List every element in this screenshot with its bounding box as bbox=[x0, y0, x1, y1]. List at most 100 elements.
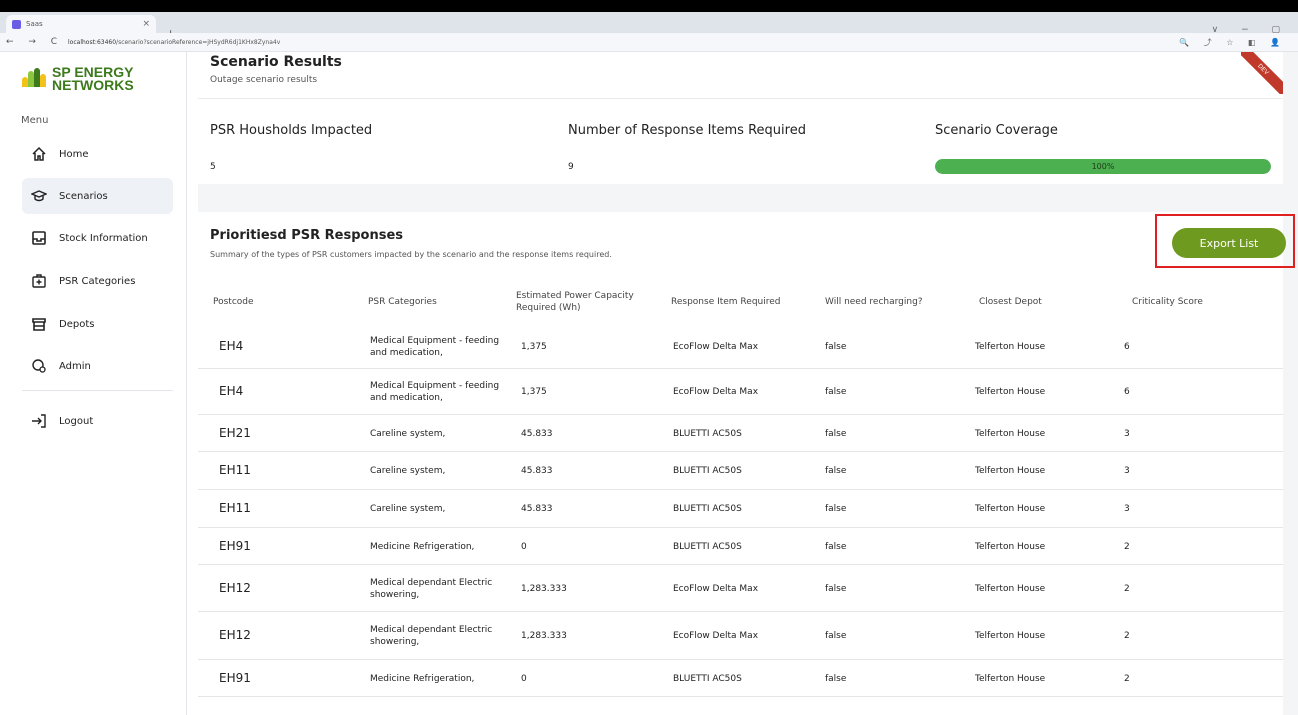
cell-psr-category: Medical Equipment - feeding and medicati… bbox=[370, 381, 500, 403]
sidebar-item-home[interactable]: Home bbox=[22, 136, 173, 172]
sidebar-item-label: Stock Information bbox=[59, 232, 148, 244]
coverage-progress-bar: 100% bbox=[935, 159, 1271, 174]
cell-response-item: BLUETTI AC50S bbox=[673, 542, 742, 552]
column-header-postcode: Postcode bbox=[213, 297, 254, 307]
environment-ribbon: DEV bbox=[1241, 52, 1283, 94]
stat-households-value: 5 bbox=[210, 162, 216, 172]
cell-response-item: BLUETTI AC50S bbox=[673, 674, 742, 684]
coverage-progress-fill: 100% bbox=[935, 159, 1271, 174]
cell-postcode: EH4 bbox=[219, 384, 244, 398]
cell-depot: Telferton House bbox=[975, 542, 1046, 552]
browser-nav-buttons[interactable]: ← → C bbox=[6, 37, 66, 47]
medical-bag-icon bbox=[32, 274, 46, 288]
logout-button[interactable]: Logout bbox=[22, 403, 173, 439]
table-row[interactable]: EH11 Careline system, 45.833 BLUETTI AC50S f… bbox=[198, 452, 1283, 490]
cell-psr-category: Careline system, bbox=[370, 429, 446, 439]
table-row[interactable]: EH11 Careline system, 45.833 BLUETTI AC50S f… bbox=[198, 490, 1283, 528]
cell-capacity: 1,283.333 bbox=[521, 631, 567, 641]
cell-recharging: false bbox=[825, 342, 847, 352]
sidebar-item-label: Admin bbox=[59, 360, 91, 372]
cell-postcode: EH11 bbox=[219, 463, 251, 477]
cell-psr-category: Medical Equipment - feeding and medicati… bbox=[370, 336, 500, 358]
cell-criticality-score: 3 bbox=[1124, 504, 1130, 514]
home-icon bbox=[32, 146, 46, 161]
screen-top-bar bbox=[0, 0, 1298, 12]
cell-response-item: EcoFlow Delta Max bbox=[673, 387, 759, 397]
column-header-capacity: Estimated Power Capacity Required (Wh) bbox=[516, 291, 634, 313]
cell-psr-category: Careline system, bbox=[370, 466, 446, 476]
leaf-logo-icon bbox=[22, 68, 48, 89]
cell-recharging: false bbox=[825, 674, 847, 684]
cell-depot: Telferton House bbox=[975, 387, 1046, 397]
cell-response-item: EcoFlow Delta Max bbox=[673, 342, 759, 352]
column-header-depot: Closest Depot bbox=[979, 297, 1042, 307]
cell-response-item: BLUETTI AC50S bbox=[673, 429, 742, 439]
logo[interactable]: SP ENERGY NETWORKS bbox=[22, 65, 134, 93]
export-list-button[interactable]: Export List bbox=[1172, 228, 1286, 258]
cell-psr-category: Medical dependant Electric showering, bbox=[370, 578, 493, 600]
responses-title: Prioritiesd PSR Responses bbox=[210, 228, 404, 243]
sidebar-item-depots[interactable]: Depots bbox=[22, 306, 173, 342]
cell-capacity: 1,283.333 bbox=[521, 584, 567, 594]
cell-postcode: EH4 bbox=[219, 339, 244, 353]
cell-depot: Telferton House bbox=[975, 504, 1046, 514]
browser-action-icons[interactable]: 🔍 ⤴ ☆ ◧ 👤 bbox=[1179, 37, 1286, 48]
browser-tab[interactable]: Saas × bbox=[6, 15, 156, 33]
cell-response-item: EcoFlow Delta Max bbox=[673, 584, 759, 594]
cell-recharging: false bbox=[825, 466, 847, 476]
column-header-response-item: Response Item Required bbox=[671, 297, 781, 307]
table-row[interactable]: EH4 Medical Equipment - feeding and medic… bbox=[198, 325, 1283, 369]
cell-recharging: false bbox=[825, 504, 847, 514]
table-row[interactable]: EH91 Medicine Refrigeration, 0 BLUETTI AC50… bbox=[198, 528, 1283, 565]
cell-psr-category: Careline system, bbox=[370, 504, 446, 514]
cell-criticality-score: 6 bbox=[1124, 342, 1130, 352]
sidebar: SP ENERGY NETWORKS Menu Home Scenarios S… bbox=[0, 52, 187, 715]
cell-depot: Telferton House bbox=[975, 466, 1046, 476]
table-row[interactable]: EH91 Medicine Refrigeration, 0 BLUETTI AC50… bbox=[198, 660, 1283, 697]
cell-recharging: false bbox=[825, 542, 847, 552]
sidebar-item-admin[interactable]: Admin bbox=[22, 348, 173, 384]
stat-items-value: 9 bbox=[568, 162, 574, 172]
cell-psr-category: Medical dependant Electric showering, bbox=[370, 625, 493, 647]
table-row[interactable]: EH4 Medical Equipment - feeding and medic… bbox=[198, 369, 1283, 415]
results-title: Scenario Results bbox=[210, 54, 342, 70]
table-row[interactable]: EH12 Medical dependant Electric showering… bbox=[198, 565, 1283, 612]
cell-recharging: false bbox=[825, 387, 847, 397]
url-field[interactable]: localhost:63460/scenario?scenarioReferen… bbox=[68, 39, 280, 46]
cell-capacity: 45.833 bbox=[521, 429, 553, 439]
cell-depot: Telferton House bbox=[975, 342, 1046, 352]
table-row[interactable]: EH21 Careline system, 45.833 BLUETTI AC50S f… bbox=[198, 415, 1283, 452]
cell-postcode: EH91 bbox=[219, 539, 251, 553]
cell-response-item: BLUETTI AC50S bbox=[673, 504, 742, 514]
table-row[interactable]: EH12 Medical dependant Electric showering… bbox=[198, 612, 1283, 660]
sidebar-item-stock-information[interactable]: Stock Information bbox=[22, 220, 173, 256]
favicon-icon bbox=[12, 19, 21, 29]
cell-recharging: false bbox=[825, 631, 847, 641]
store-icon bbox=[32, 318, 46, 331]
sidebar-item-scenarios[interactable]: Scenarios bbox=[22, 178, 173, 214]
sidebar-item-psr-categories[interactable]: PSR Categories bbox=[22, 263, 173, 299]
cell-capacity: 0 bbox=[521, 674, 527, 684]
brand-name-line2: NETWORKS bbox=[52, 77, 134, 93]
inbox-tray-icon bbox=[32, 231, 46, 245]
brand-name: SP ENERGY NETWORKS bbox=[52, 65, 134, 93]
cell-postcode: EH11 bbox=[219, 501, 251, 515]
cell-capacity: 0 bbox=[521, 542, 527, 552]
cell-recharging: false bbox=[825, 429, 847, 439]
column-header-psr-categories: PSR Categories bbox=[368, 297, 437, 307]
cell-criticality-score: 2 bbox=[1124, 631, 1130, 641]
cell-criticality-score: 3 bbox=[1124, 429, 1130, 439]
logout-icon bbox=[32, 414, 46, 428]
sidebar-item-label: PSR Categories bbox=[59, 275, 136, 287]
cell-depot: Telferton House bbox=[975, 584, 1046, 594]
cell-postcode: EH12 bbox=[219, 581, 251, 595]
menu-label: Menu bbox=[21, 115, 49, 126]
results-subtitle: Outage scenario results bbox=[210, 75, 318, 85]
stat-coverage-label: Scenario Coverage bbox=[935, 123, 1058, 138]
column-header-recharging: Will need recharging? bbox=[825, 297, 923, 307]
ribbon-label: DEV bbox=[1241, 52, 1283, 94]
browser-tab-strip: Saas × + ∨ − ▢ bbox=[0, 12, 1298, 40]
cell-response-item: BLUETTI AC50S bbox=[673, 466, 742, 476]
tab-close-icon[interactable]: × bbox=[142, 19, 150, 29]
user-gear-icon bbox=[32, 359, 46, 373]
